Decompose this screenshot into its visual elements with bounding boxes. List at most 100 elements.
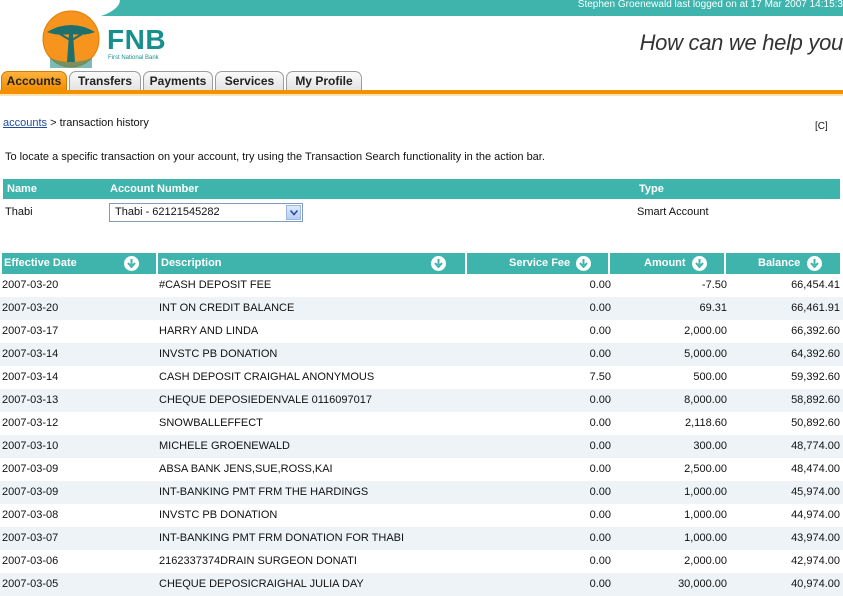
column-header-amount[interactable]: Amount <box>610 253 724 274</box>
cell-date: 2007-03-20 <box>2 279 59 291</box>
table-row[interactable]: 2007-03-10 MICHELE GROENEWALD 0.00 300.00 48… <box>0 435 843 458</box>
cell-amount: 2,118.60 <box>684 417 727 429</box>
cell-balance: 66,392.60 <box>791 325 840 337</box>
breadcrumb-accounts-link[interactable]: accounts <box>3 117 47 129</box>
cell-service-fee: 0.00 <box>589 463 611 475</box>
cell-description: SNOWBALLEFFECT <box>159 417 263 429</box>
table-row[interactable]: 2007-03-06 2162337374DRAIN SURGEON DONATI… <box>0 550 843 573</box>
account-select[interactable]: Thabi - 62121545282 <box>109 203 303 222</box>
account-table-header: Name Account Number Type <box>3 179 840 199</box>
cell-amount: 1,000.00 <box>684 486 727 498</box>
cell-service-fee: 0.00 <box>589 509 611 521</box>
account-select-value: Thabi - 62121545282 <box>115 206 220 218</box>
tab-payments[interactable]: Payments <box>143 71 213 91</box>
cell-date: 2007-03-09 <box>2 463 59 475</box>
cell-description: INT-BANKING PMT FRM DONATION FOR THABI <box>159 532 405 544</box>
column-header-balance[interactable]: Balance <box>726 253 840 274</box>
cell-description: INT-BANKING PMT FRM THE HARDINGS <box>159 486 369 498</box>
cell-description: #CASH DEPOSIT FEE <box>159 279 272 291</box>
tab-services[interactable]: Services <box>215 71 284 91</box>
cell-balance: 64,392.60 <box>791 348 840 360</box>
sort-down-arrow-icon[interactable] <box>692 256 707 271</box>
table-row[interactable]: 2007-03-07 INT-BANKING PMT FRM DONATION F… <box>0 527 843 550</box>
breadcrumb-current: > transaction history <box>47 117 149 129</box>
header-type: Type <box>639 183 664 195</box>
sort-down-arrow-icon[interactable] <box>576 256 591 271</box>
cell-amount: 2,000.00 <box>684 325 727 337</box>
column-label-service-fee: Service Fee <box>509 257 571 269</box>
transactions-table-header: Effective Date Description Service Fee A… <box>2 253 840 274</box>
cell-balance: 44,974.00 <box>791 509 840 521</box>
cell-amount: -7.50 <box>701 279 727 291</box>
cell-balance: 42,974.00 <box>791 555 840 567</box>
cell-amount: 2,500.00 <box>684 463 727 475</box>
tagline: How can we help you <box>639 30 843 55</box>
cell-date: 2007-03-13 <box>2 394 59 406</box>
sort-down-arrow-icon[interactable] <box>124 256 139 271</box>
cell-amount: 8,000.00 <box>684 394 727 406</box>
table-row[interactable]: 2007-03-14 INVSTC PB DONATION 0.00 5,000.00… <box>0 343 843 366</box>
cell-balance: 40,974.00 <box>791 578 840 590</box>
tab-accounts[interactable]: Accounts <box>1 71 67 91</box>
cell-date: 2007-03-20 <box>2 302 59 314</box>
cell-service-fee: 0.00 <box>589 532 611 544</box>
cell-date: 2007-03-06 <box>2 555 59 567</box>
cell-amount: 30,000.00 <box>678 578 727 590</box>
table-row[interactable]: 2007-03-09 INT-BANKING PMT FRM THE HARDIN… <box>0 481 843 504</box>
cell-description: INVSTC PB DONATION <box>159 348 278 360</box>
cell-service-fee: 0.00 <box>589 555 611 567</box>
corner-link[interactable]: [C] <box>815 121 828 132</box>
cell-service-fee: 0.00 <box>589 325 611 337</box>
cell-amount: 300.00 <box>693 440 727 452</box>
sort-down-arrow-icon[interactable] <box>431 256 446 271</box>
cell-date: 2007-03-07 <box>2 532 59 544</box>
cell-date: 2007-03-05 <box>2 578 59 590</box>
chevron-down-icon <box>290 210 298 216</box>
cell-balance: 50,892.60 <box>791 417 840 429</box>
cell-date: 2007-03-08 <box>2 509 59 521</box>
cell-balance: 48,774.00 <box>791 440 840 452</box>
last-logged-text: Stephen Groenewald last logged on at 17 … <box>577 0 843 10</box>
acacia-tree-icon <box>42 10 100 68</box>
sort-down-arrow-icon[interactable] <box>807 256 822 271</box>
table-row[interactable]: 2007-03-05 CHEQUE DEPOSICRAIGHAL JULIA DA… <box>0 573 843 596</box>
column-header-service-fee[interactable]: Service Fee <box>467 253 608 274</box>
cell-date: 2007-03-14 <box>2 348 59 360</box>
dropdown-button[interactable] <box>286 205 301 220</box>
cell-service-fee: 0.00 <box>589 578 611 590</box>
column-header-date[interactable]: Effective Date <box>2 253 156 274</box>
cell-service-fee: 0.00 <box>589 486 611 498</box>
cell-date: 2007-03-09 <box>2 486 59 498</box>
info-text: To locate a specific transaction on your… <box>5 151 545 163</box>
cell-service-fee: 0.00 <box>589 417 611 429</box>
column-label-balance: Balance <box>758 257 801 269</box>
column-header-description[interactable]: Description <box>158 253 465 274</box>
cell-date: 2007-03-12 <box>2 417 59 429</box>
table-row[interactable]: 2007-03-12 SNOWBALLEFFECT 0.00 2,118.60 50,8… <box>0 412 843 435</box>
column-label-amount: Amount <box>644 257 686 269</box>
cell-description: CHEQUE DEPOSIEDENVALE 0116097017 <box>159 394 372 406</box>
tab-transfers[interactable]: Transfers <box>69 71 141 91</box>
fnb-logo[interactable] <box>42 10 100 68</box>
cell-service-fee: 7.50 <box>589 371 611 383</box>
account-name: Thabi <box>5 206 33 218</box>
table-row[interactable]: 2007-03-13 CHEQUE DEPOSIEDENVALE 01160970… <box>0 389 843 412</box>
tab-my-profile[interactable]: My Profile <box>286 71 362 91</box>
cell-description: ABSA BANK JENS,SUE,ROSS,KAI <box>159 463 333 475</box>
brand-subtitle: First National Bank <box>108 55 159 61</box>
table-row[interactable]: 2007-03-09 ABSA BANK JENS,SUE,ROSS,KAI 0.0… <box>0 458 843 481</box>
main-tabs: Accounts Transfers Payments Services My … <box>0 71 843 91</box>
cell-service-fee: 0.00 <box>589 348 611 360</box>
cell-amount: 1,000.00 <box>684 532 727 544</box>
table-row[interactable]: 2007-03-14 CASH DEPOSIT CRAIGHAL ANONYMOU… <box>0 366 843 389</box>
cell-service-fee: 0.00 <box>589 440 611 452</box>
table-row[interactable]: 2007-03-20 #CASH DEPOSIT FEE 0.00 -7.50 66,4… <box>0 274 843 297</box>
account-row: Thabi Thabi - 62121545282 Smart Account <box>3 202 840 222</box>
tab-underline-shadow <box>0 94 843 96</box>
column-label-date: Effective Date <box>4 257 77 269</box>
table-row[interactable]: 2007-03-08 INVSTC PB DONATION 0.00 1,000.00… <box>0 504 843 527</box>
table-row[interactable]: 2007-03-17 HARRY AND LINDA 0.00 2,000.00 66,… <box>0 320 843 343</box>
table-row[interactable]: 2007-03-20 INT ON CREDIT BALANCE 0.00 69.31… <box>0 297 843 320</box>
cell-balance: 43,974.00 <box>791 532 840 544</box>
cell-date: 2007-03-10 <box>2 440 59 452</box>
